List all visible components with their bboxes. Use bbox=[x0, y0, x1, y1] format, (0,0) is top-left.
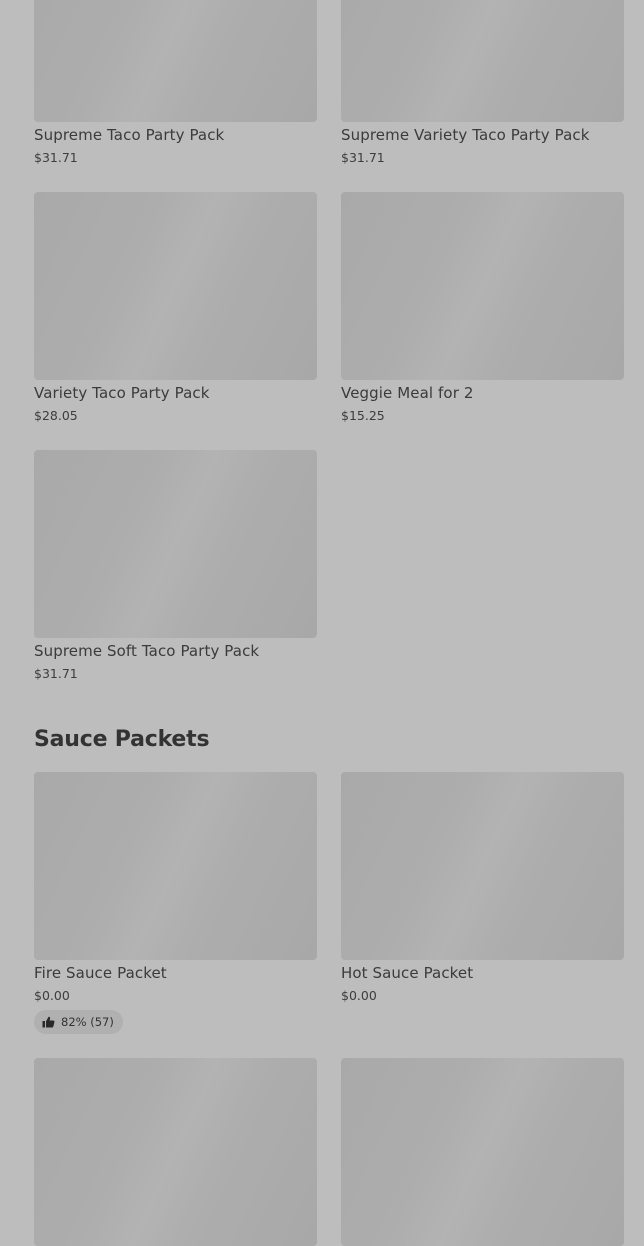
menu-item-image[interactable] bbox=[341, 1058, 624, 1246]
menu-item-price: $15.25 bbox=[341, 408, 385, 423]
menu-item-name: Hot Sauce Packet bbox=[341, 964, 474, 982]
menu-item-image[interactable] bbox=[34, 0, 317, 122]
menu-item-price: $0.00 bbox=[341, 988, 377, 1003]
menu-item-image[interactable] bbox=[34, 1058, 317, 1246]
menu-item-card[interactable]: Hot Sauce Packet $0.00 bbox=[341, 772, 624, 1003]
menu-item-card[interactable]: Supreme Taco Party Pack $31.71 bbox=[34, 0, 317, 165]
menu-item-name: Supreme Taco Party Pack bbox=[34, 126, 225, 144]
menu-item-name: Supreme Soft Taco Party Pack bbox=[34, 642, 260, 660]
menu-item-card[interactable]: Supreme Soft Taco Party Pack $31.71 bbox=[34, 450, 317, 681]
menu-item-image[interactable] bbox=[34, 450, 317, 638]
menu-item-image[interactable] bbox=[341, 0, 624, 122]
menu-item-price: $28.05 bbox=[34, 408, 78, 423]
menu-item-name: Supreme Variety Taco Party Pack bbox=[341, 126, 590, 144]
menu-item-price: $31.71 bbox=[34, 150, 78, 165]
menu-item-card[interactable]: Supreme Variety Taco Party Pack $31.71 bbox=[341, 0, 624, 165]
thumbs-up-icon bbox=[42, 1016, 55, 1028]
menu-item-price: $31.71 bbox=[341, 150, 385, 165]
menu-item-card[interactable] bbox=[341, 1058, 624, 1246]
rating-badge: 82% (57) bbox=[34, 1010, 123, 1034]
menu-item-name: Fire Sauce Packet bbox=[34, 964, 167, 982]
menu-item-card[interactable]: Variety Taco Party Pack $28.05 bbox=[34, 192, 317, 423]
menu-item-card[interactable] bbox=[34, 1058, 317, 1246]
menu-item-price: $31.71 bbox=[34, 666, 78, 681]
menu-item-image[interactable] bbox=[341, 772, 624, 960]
menu-item-name: Variety Taco Party Pack bbox=[34, 384, 210, 402]
menu-item-name: Veggie Meal for 2 bbox=[341, 384, 474, 402]
section-title-sauce-packets: Sauce Packets bbox=[34, 727, 210, 752]
menu-item-price: $0.00 bbox=[34, 988, 70, 1003]
rating-text: 82% (57) bbox=[61, 1015, 114, 1029]
menu-item-image[interactable] bbox=[34, 772, 317, 960]
menu-item-card[interactable]: Veggie Meal for 2 $15.25 bbox=[341, 192, 624, 423]
menu-item-card[interactable]: Fire Sauce Packet $0.00 82% (57) bbox=[34, 772, 317, 1034]
menu-item-image[interactable] bbox=[34, 192, 317, 380]
menu-item-image[interactable] bbox=[341, 192, 624, 380]
